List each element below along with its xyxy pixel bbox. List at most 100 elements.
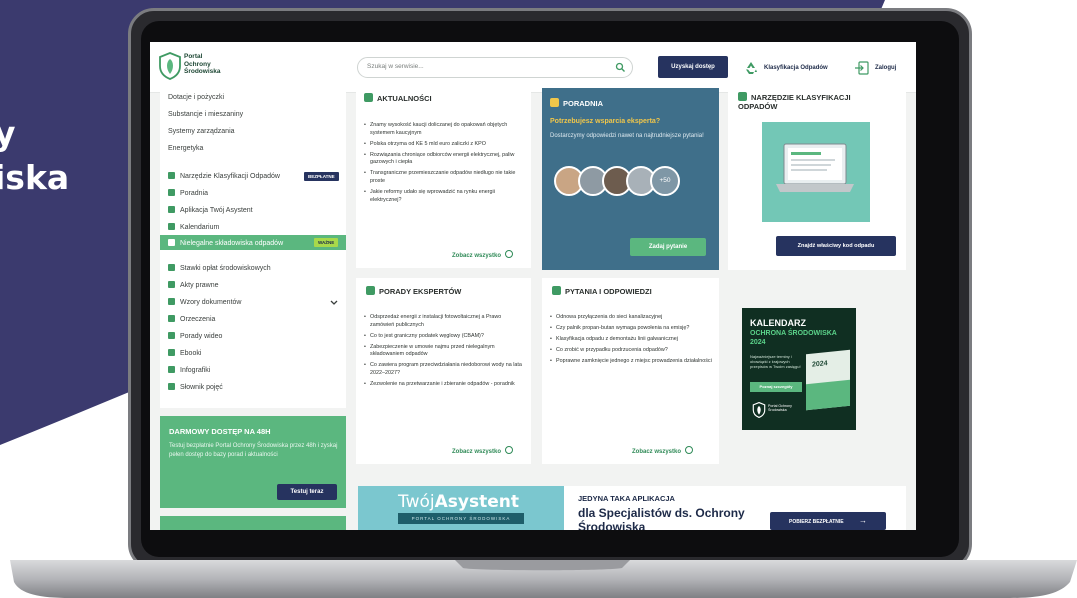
calendar-details-button[interactable]: Poznaj szczegóły	[750, 382, 802, 392]
sidebar-item-kalendarium[interactable]: Kalendarium	[168, 223, 219, 231]
news-see-all-link[interactable]: Zobacz wszystko	[452, 250, 514, 259]
sidebar-item-nielegalne-row: Nielegalne składowiska odpadów	[168, 239, 283, 247]
advice-headline: Potrzebujesz wsparcia eksperta?	[550, 118, 661, 125]
arrow-right-icon	[685, 446, 694, 454]
law-icon	[168, 281, 175, 288]
secondary-promo	[160, 516, 346, 530]
sidebar-item-ebooki[interactable]: Ebooki	[168, 349, 201, 357]
calendar-subtitle: OCHRONA ŚRODOWISKA 2024	[750, 330, 837, 346]
sidebar-item-aplikacja[interactable]: Aplikacja Twój Asystent	[168, 206, 253, 214]
sidebar-item-substancje[interactable]: Substancje i mieszaniny	[168, 111, 243, 118]
broadcast-icon	[364, 93, 373, 102]
sidebar-item-slownik[interactable]: Słownik pojęć	[168, 383, 223, 391]
login-icon	[855, 61, 869, 75]
sidebar-item-label: Poradnia	[180, 190, 209, 197]
search-icon[interactable]	[615, 62, 626, 73]
app-name-light: Twój	[398, 492, 435, 512]
sidebar-item-label: Nielegalne składowiska odpadów	[180, 240, 284, 247]
top-navigation-bar: Portal Ochrony Środowiska Szukaj w serwi…	[150, 42, 916, 93]
sidebar-item-label: Orzeczenia	[180, 316, 216, 323]
calendar-icon	[168, 223, 175, 230]
news-item[interactable]: Jakie reformy udało się wprowadzić na ry…	[364, 189, 524, 204]
sidebar-item-stawki[interactable]: Stawki opłat środowiskowych	[168, 264, 271, 272]
arrow-right-icon	[505, 250, 514, 258]
advice-item[interactable]: Co zawiera program przeciwdziałania nied…	[364, 362, 526, 377]
expert-advice-card: PORADY EKSPERTÓW Odsprzedaż energii z in…	[356, 278, 531, 464]
dictionary-icon	[168, 383, 175, 390]
sidebar-item-poradnia[interactable]: Poradnia	[168, 189, 208, 197]
free-trial-promo: DARMOWY DOSTĘP NA 48H Testuj bezpłatnie …	[160, 416, 346, 508]
qa-item[interactable]: Odnowa przyłączenia do sieci kanalizacyj…	[550, 314, 714, 322]
person-icon	[366, 286, 375, 295]
advice-item[interactable]: Odsprzedaż energii z instalacji fotowolt…	[364, 314, 526, 329]
test-now-button[interactable]: Testuj teraz	[277, 484, 337, 500]
calendar-ad[interactable]: KALENDARZ OCHRONA ŚRODOWISKA 2024 Najważ…	[742, 308, 856, 430]
laptop-illustration-icon	[776, 143, 854, 192]
qa-item[interactable]: Klasyfikacja odpadu z demontażu linii ga…	[550, 336, 714, 344]
waste-classification-link[interactable]: Klasyfikacja Odpadów	[744, 57, 828, 79]
expert-advice-title-text: PORADY EKSPERTÓW	[379, 287, 462, 296]
sidebar-item-label: Infografiki	[180, 367, 211, 374]
ask-question-button[interactable]: Zadaj pytanie	[630, 238, 706, 256]
recycle-icon	[168, 172, 175, 179]
logo-text: Portal Ochrony Środowiska	[184, 53, 221, 75]
search-placeholder: Szukaj w serwisie...	[367, 63, 424, 70]
sidebar-item-wzory[interactable]: Wzory dokumentów	[168, 298, 241, 306]
expert-advice-list: Odsprzedaż energii z instalacji fotowolt…	[364, 314, 526, 392]
advice-item[interactable]: Co to jest graniczny podatek węglowy (CB…	[364, 333, 526, 341]
sidebar-item-narzedzie[interactable]: Narzędzie Klasyfikacji Odpadów	[168, 172, 280, 180]
arrow-right-icon	[505, 446, 514, 454]
advice-item[interactable]: Zezwolenie na przetwarzanie i zbieranie …	[364, 381, 526, 389]
sidebar-item-systemy[interactable]: Systemy zarządzania	[168, 128, 235, 135]
sidebar-item-dotacje[interactable]: Dotacje i pożyczki	[168, 94, 224, 101]
advice-title: PORADNIA	[550, 98, 603, 108]
news-item[interactable]: Transgraniczne przemieszczanie odpadów n…	[364, 170, 524, 185]
expert-advice-title: PORADY EKSPERTÓW	[366, 286, 461, 296]
classification-title: NARZĘDZIE KLASYFIKACJI ODPADÓW	[738, 92, 888, 111]
sidebar-item-infografiki[interactable]: Infografiki	[168, 366, 210, 374]
news-item[interactable]: Polska otrzyma od KE 5 mld euro zaliczki…	[364, 141, 524, 149]
login-link[interactable]: Zaloguj	[854, 57, 896, 79]
qa-item[interactable]: Co zrobić w przypadku podrzucenia odpadó…	[550, 347, 714, 355]
sidebar-item-nielegalne[interactable]: Nielegalne składowiska odpadów WAŻNE	[160, 235, 346, 250]
advice-item[interactable]: Zabezpieczenie w umowie najmu przed niel…	[364, 344, 526, 359]
search-input[interactable]: Szukaj w serwisie...	[357, 57, 633, 78]
more-experts-count: +50	[650, 166, 680, 196]
infographic-icon	[168, 366, 175, 373]
sidebar-item-label: Kalendarium	[180, 224, 220, 231]
login-label: Zaloguj	[875, 65, 897, 71]
app-logo-box: TwójAsystent PORTAL OCHRONY ŚRODOWISKA	[358, 486, 564, 530]
qa-item[interactable]: Czy palnik propan-butan wymaga powołenia…	[550, 325, 714, 333]
qa-title: PYTANIA I ODPOWIEDZI	[552, 286, 652, 296]
recycle-icon	[746, 62, 757, 74]
find-waste-code-button[interactable]: Znajdź właściwy kod odpadu	[776, 236, 896, 256]
news-item[interactable]: Rozwiązania chroniące odbiorców energii …	[364, 152, 524, 167]
sidebar-item-label: Aplikacja Twój Asystent	[180, 207, 253, 214]
qa-item[interactable]: Poprawne zamknięcie jednego z miejsc pro…	[550, 358, 714, 366]
sidebar-item-energetyka[interactable]: Energetyka	[168, 145, 203, 152]
app-name: TwójAsystent	[398, 492, 519, 512]
sidebar-item-orzeczenia[interactable]: Orzeczenia	[168, 315, 215, 323]
site-logo[interactable]: Portal Ochrony Środowiska	[158, 50, 221, 86]
chevron-down-icon[interactable]	[330, 300, 338, 306]
news-item[interactable]: Znamy wysokość kaucji doliczanej do opak…	[364, 122, 524, 137]
leaf-shield-icon	[752, 402, 766, 418]
get-access-button[interactable]: Uzyskaj dostęp	[658, 56, 728, 78]
important-badge: WAŻNE	[314, 238, 339, 247]
promo-title: DARMOWY DOSTĘP NA 48H	[169, 427, 271, 436]
banner-headline: JEDYNA TAKA APLIKACJA	[578, 494, 675, 503]
coins-icon	[168, 264, 175, 271]
sidebar-item-akty[interactable]: Akty prawne	[168, 281, 219, 289]
advice-see-all-link[interactable]: Zobacz wszystko	[452, 446, 514, 455]
app-icon	[168, 206, 175, 213]
qa-see-all-link[interactable]: Zobacz wszystko	[632, 446, 694, 455]
calendar-text: Najważniejsze terminy i obowiązki z kraj…	[750, 354, 801, 369]
download-free-button[interactable]: POBIERZ BEZPŁATNIE →	[770, 512, 886, 530]
sidebar-item-label: Wzory dokumentów	[180, 299, 242, 306]
calendar-title: KALENDARZ	[750, 318, 806, 328]
sidebar-item-porady-wideo[interactable]: Porady wideo	[168, 332, 222, 340]
qa-icon	[552, 286, 561, 295]
warning-icon	[168, 239, 175, 246]
see-all-label: Zobacz wszystko	[452, 253, 502, 259]
chat-icon	[168, 189, 175, 196]
